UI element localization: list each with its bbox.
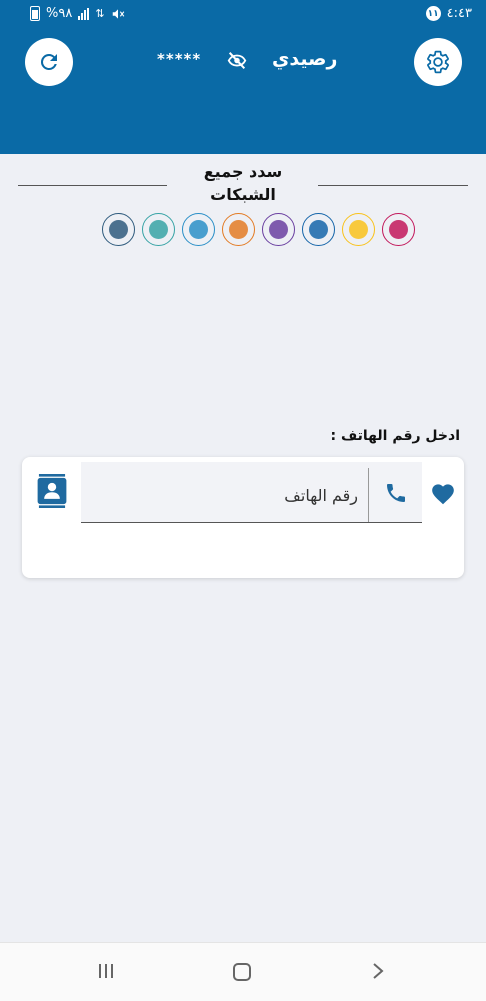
eye-off-icon[interactable] — [224, 50, 250, 72]
gear-icon — [427, 50, 450, 74]
phone-input-placeholder: رقم الهاتف — [284, 486, 358, 505]
network-logo-1[interactable] — [382, 213, 415, 246]
home-icon[interactable] — [231, 961, 253, 983]
wifi-icon: ⇅ — [95, 7, 105, 20]
refresh-button[interactable] — [25, 38, 73, 86]
networks-title-line2: الشبكات — [210, 185, 276, 204]
network-logo-2[interactable] — [342, 213, 375, 246]
contacts-icon[interactable] — [36, 474, 68, 508]
network-logo-6[interactable] — [182, 213, 215, 246]
network-logo-3[interactable] — [302, 213, 335, 246]
signal-icon — [78, 7, 90, 20]
system-nav-bar — [0, 942, 486, 1001]
page-title: رصيدي — [272, 48, 338, 70]
phone-card: رقم الهاتف — [22, 457, 464, 578]
divider-right — [318, 185, 468, 186]
divider-left — [18, 185, 167, 186]
network-logo-2-mark — [349, 220, 368, 239]
recent-apps-icon[interactable] — [96, 961, 116, 981]
network-logo-7-mark — [149, 220, 168, 239]
input-separator — [368, 468, 369, 522]
network-logo-1-mark — [389, 220, 408, 239]
heart-icon[interactable] — [430, 481, 456, 505]
app-header: ***** رصيدي — [0, 30, 486, 154]
networks-title-line1: سدد جميع — [203, 162, 283, 181]
network-logo-4-mark — [269, 220, 288, 239]
network-logos — [75, 213, 415, 253]
status-bar: %٩٨ ⇅ ١١ ٤:٤٣ — [0, 0, 486, 30]
network-logo-5[interactable] — [222, 213, 255, 246]
battery-icon — [30, 6, 40, 21]
network-logo-4[interactable] — [262, 213, 295, 246]
masked-balance: ***** — [157, 50, 202, 68]
settings-button[interactable] — [414, 38, 462, 86]
battery-level: %٩٨ — [46, 6, 73, 21]
phone-input[interactable]: رقم الهاتف — [81, 462, 422, 523]
network-logo-3-mark — [309, 220, 328, 239]
phone-label: ادخل رقم الهاتف : — [330, 428, 460, 444]
network-logo-8-mark — [109, 220, 128, 239]
back-icon[interactable] — [368, 961, 388, 981]
status-time: ٤:٤٣ — [446, 6, 472, 21]
status-right: ١١ ٤:٤٣ — [425, 6, 472, 21]
network-logo-5-mark — [229, 220, 248, 239]
status-left: %٩٨ ⇅ — [30, 6, 125, 21]
networks-title: سدد جميع الشبكات — [190, 160, 296, 206]
refresh-icon — [40, 53, 57, 70]
network-logo-8[interactable] — [102, 213, 135, 246]
phone-icon[interactable] — [384, 481, 408, 505]
network-logo-7[interactable] — [142, 213, 175, 246]
network-logo-6-mark — [189, 220, 208, 239]
notification-badge: ١١ — [425, 6, 441, 21]
mute-icon — [112, 8, 124, 19]
